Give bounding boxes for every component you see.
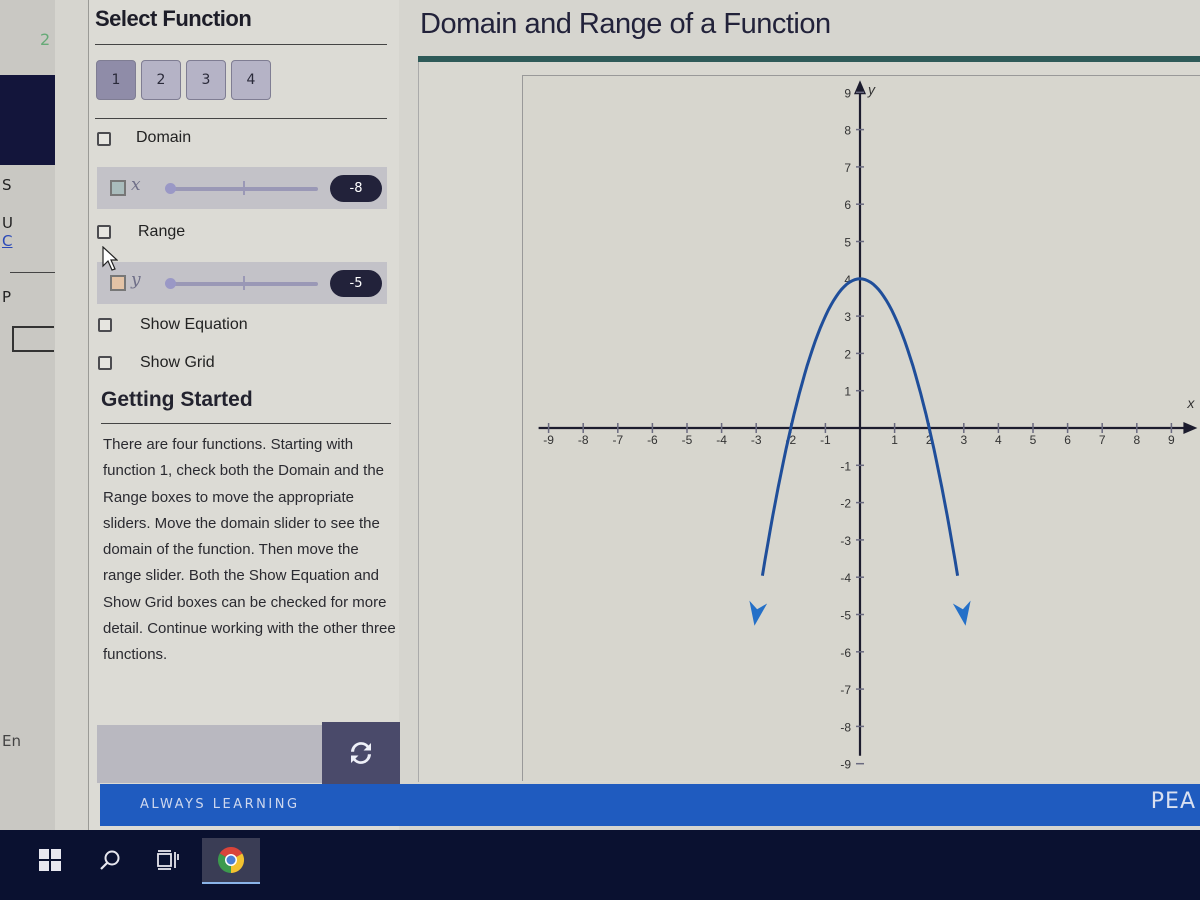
y-tick-label: 1	[844, 385, 851, 399]
y-tick-label: 8	[844, 124, 851, 138]
y-tick-label: 3	[844, 310, 851, 324]
y-axis-label: y	[867, 81, 876, 97]
x-tick-label: 5	[1030, 433, 1037, 447]
x-tick-label: 9	[1168, 433, 1175, 447]
y-tick-label: 7	[844, 161, 851, 175]
coordinate-graph: xy-9 -8 -7 -6 -5 -4 -3 -2 -1 1 2 3 4 5 6 7 8 9987654321-1…	[538, 80, 1198, 772]
x-axis-label: x	[1186, 395, 1195, 411]
x-axis-arrow-icon	[1183, 422, 1198, 434]
y-tick-label: -3	[840, 534, 851, 548]
x-tick-label: 7	[1099, 433, 1106, 447]
x-tick-label: 1	[891, 433, 898, 447]
curve-end-arrow-icon	[952, 600, 971, 626]
x-tick-label: -3	[751, 433, 762, 447]
task-view-icon	[157, 850, 179, 870]
x-tick-label: 4	[995, 433, 1002, 447]
chrome-icon	[217, 846, 245, 874]
y-tick-label: 6	[844, 198, 851, 212]
y-tick-label: 9	[844, 86, 851, 100]
publisher-footer: ALWAYS LEARNING PEA	[100, 784, 1200, 826]
chrome-taskbar-button[interactable]	[202, 838, 260, 884]
x-tick-label: 8	[1133, 433, 1140, 447]
y-tick-label: -9	[840, 758, 851, 772]
taskbar	[0, 830, 1200, 900]
x-tick-label: -5	[682, 433, 693, 447]
search-icon	[100, 850, 120, 870]
task-view-button[interactable]	[148, 838, 188, 882]
y-tick-label: -7	[840, 683, 851, 697]
y-tick-label: -4	[840, 571, 851, 585]
curve-end-arrow-icon	[749, 600, 768, 626]
windows-start-icon	[39, 849, 61, 871]
x-tick-label: 3	[960, 433, 967, 447]
taskbar-search-button[interactable]	[90, 838, 130, 882]
tagline: ALWAYS LEARNING	[140, 797, 300, 812]
brand-logo[interactable]: PEA	[1151, 789, 1196, 814]
x-tick-label: -4	[716, 433, 727, 447]
x-tick-label: -9	[543, 433, 554, 447]
x-tick-label: -8	[578, 433, 589, 447]
x-tick-label: -6	[647, 433, 658, 447]
start-button[interactable]	[30, 838, 70, 882]
x-tick-label: -1	[820, 433, 831, 447]
y-tick-label: -5	[840, 609, 851, 623]
x-tick-label: 6	[1064, 433, 1071, 447]
y-tick-label: 2	[844, 347, 851, 361]
x-tick-label: -7	[612, 433, 623, 447]
y-tick-label: -1	[840, 459, 851, 473]
y-tick-label: -2	[840, 497, 851, 511]
y-tick-label: 5	[844, 236, 851, 250]
y-tick-label: -6	[840, 646, 851, 660]
y-tick-label: -8	[840, 720, 851, 734]
